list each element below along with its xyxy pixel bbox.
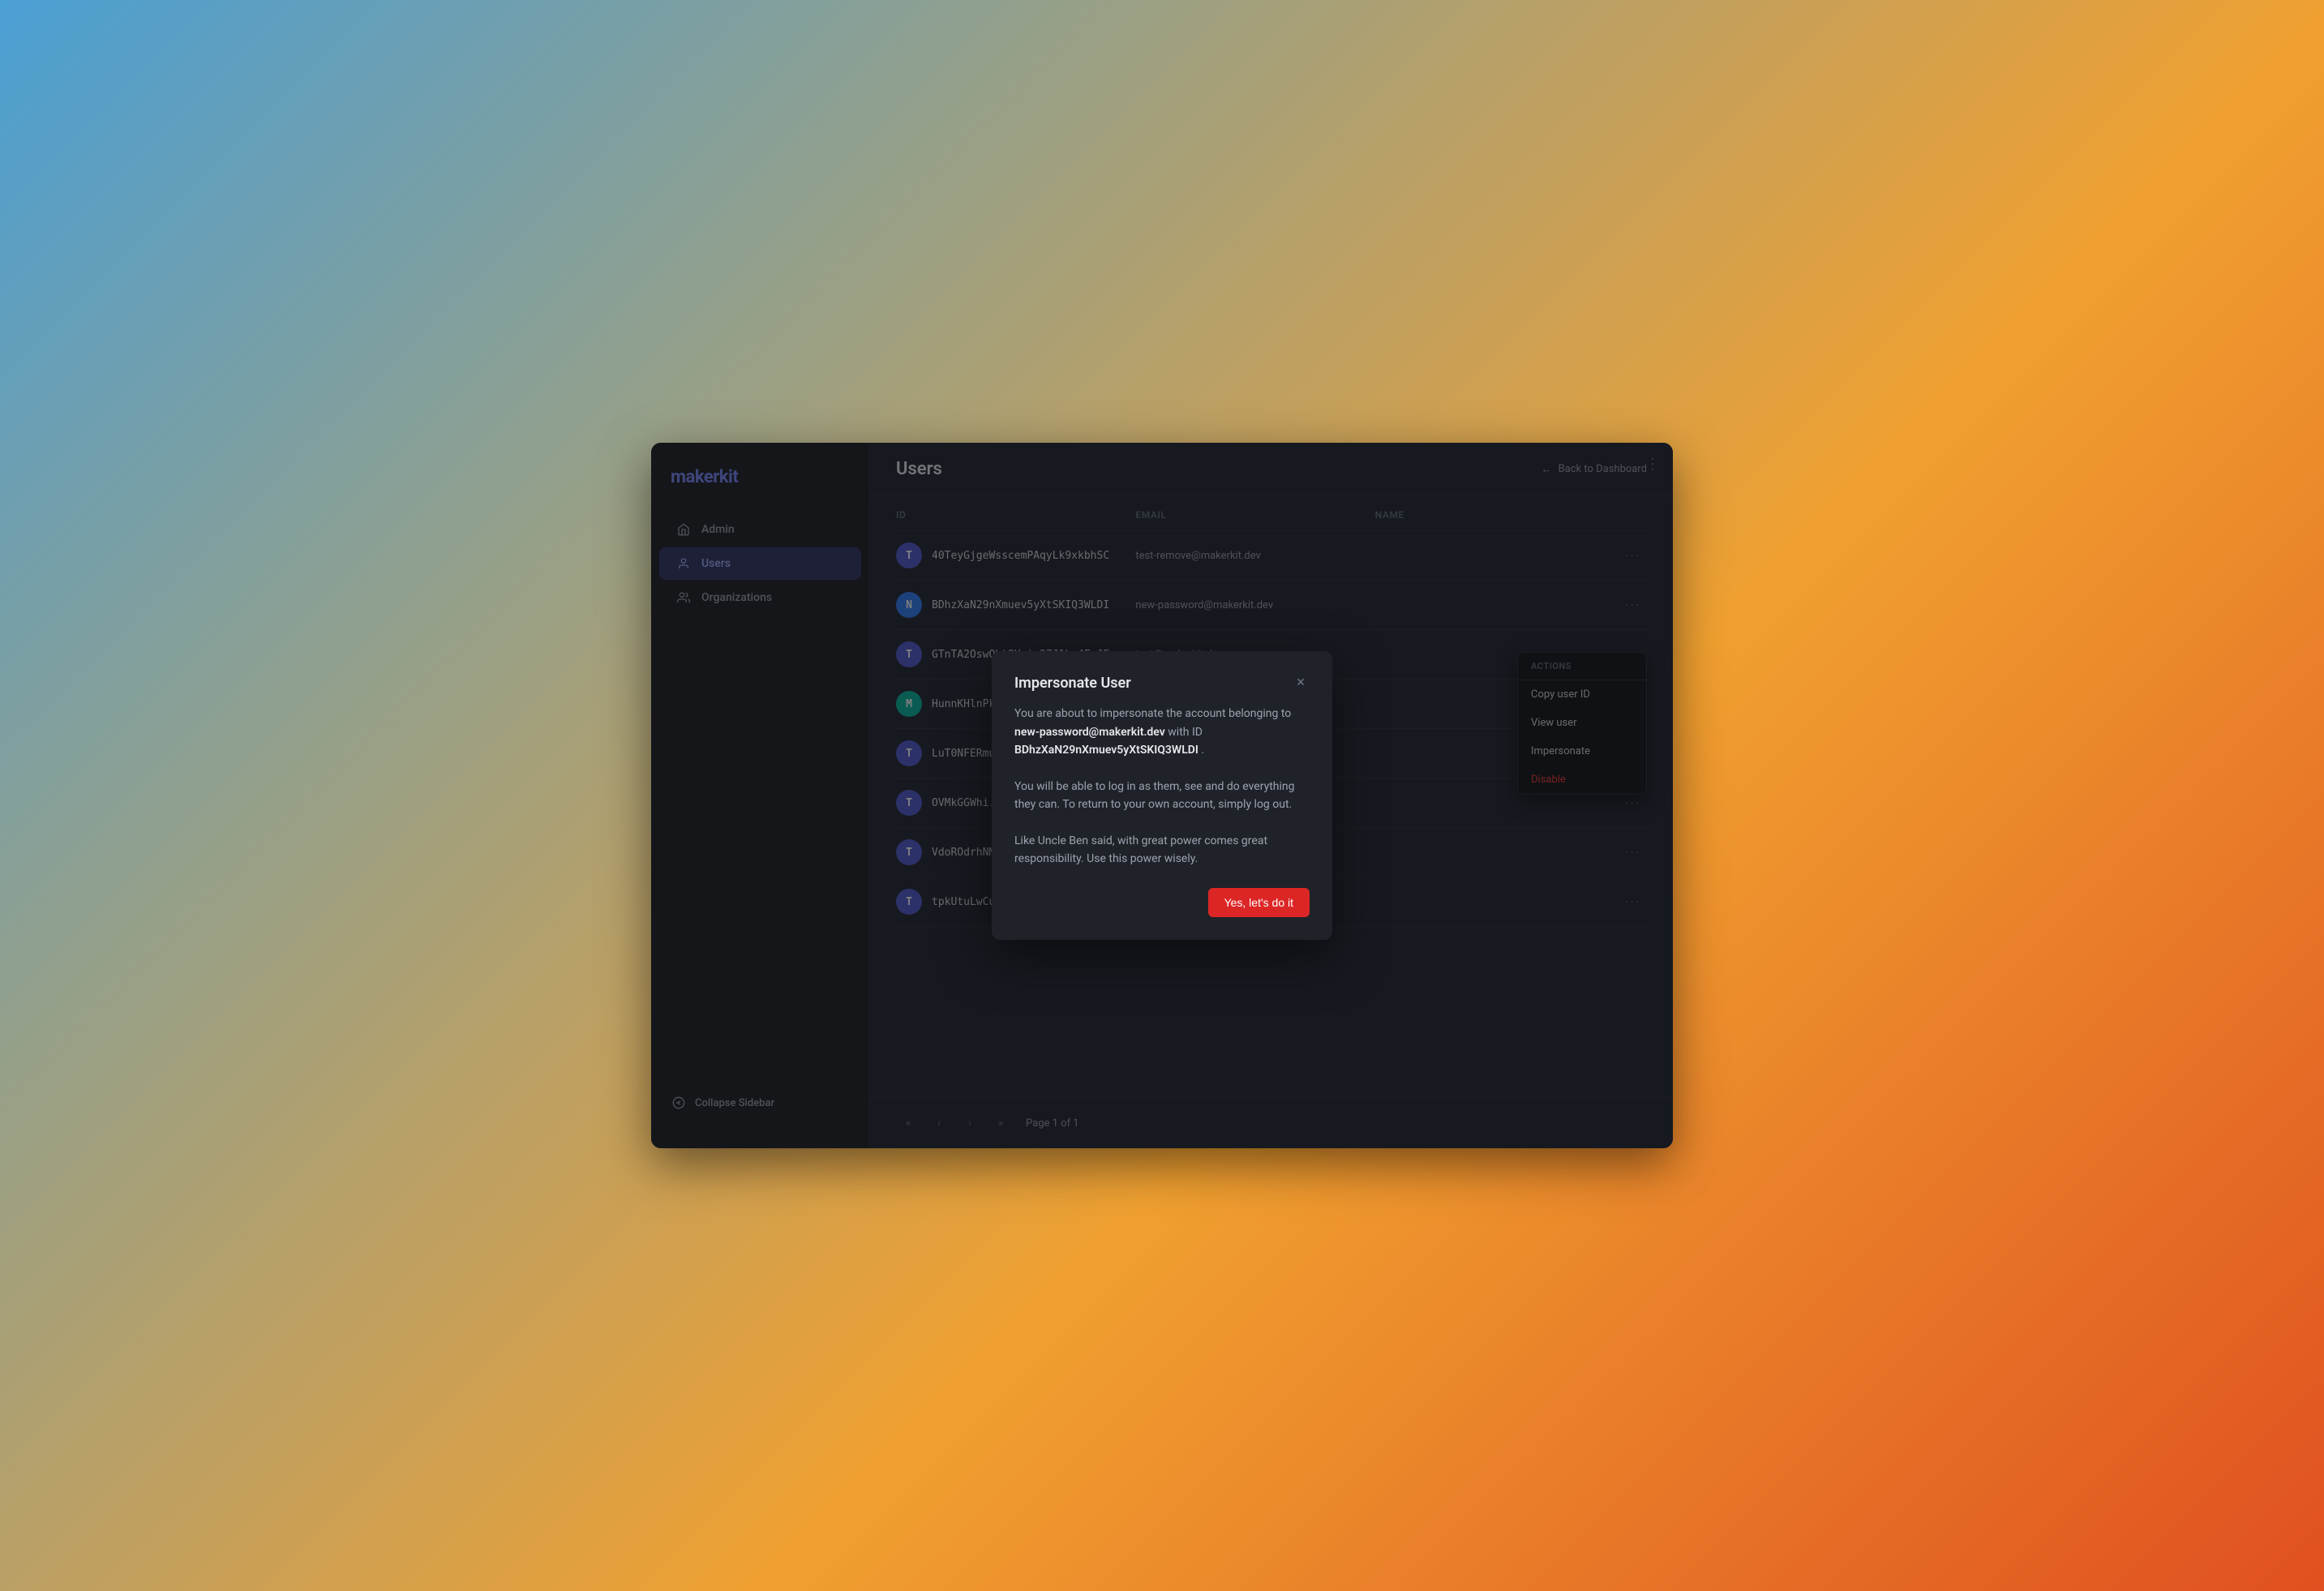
modal-body-text3: . — [1201, 744, 1204, 757]
modal-body-p3: Like Uncle Ben said, with great power co… — [1014, 832, 1310, 868]
modal-header: Impersonate User × — [1014, 674, 1310, 692]
modal-body: You are about to impersonate the account… — [1014, 705, 1310, 868]
app-window: ⋮ makerkit Admin — [651, 443, 1673, 1148]
modal-title: Impersonate User — [1014, 675, 1131, 692]
modal-body-text1: You are about to impersonate the account… — [1014, 707, 1291, 720]
confirm-impersonate-button[interactable]: Yes, let's do it — [1208, 888, 1310, 917]
modal-body-p2: You will be able to log in as them, see … — [1014, 778, 1310, 814]
modal-bold-id: BDhzXaN29nXmuev5yXtSKIQ3WLDI — [1014, 744, 1198, 757]
modal-body-text2: with ID — [1168, 726, 1203, 739]
modal-body-p1: You are about to impersonate the account… — [1014, 705, 1310, 759]
modal-footer: Yes, let's do it — [1014, 888, 1310, 917]
modal-close-button[interactable]: × — [1292, 674, 1310, 692]
modal-overlay[interactable]: Impersonate User × You are about to impe… — [651, 443, 1673, 1148]
impersonate-modal: Impersonate User × You are about to impe… — [992, 651, 1332, 940]
modal-bold-email: new-password@makerkit.dev — [1014, 726, 1165, 739]
